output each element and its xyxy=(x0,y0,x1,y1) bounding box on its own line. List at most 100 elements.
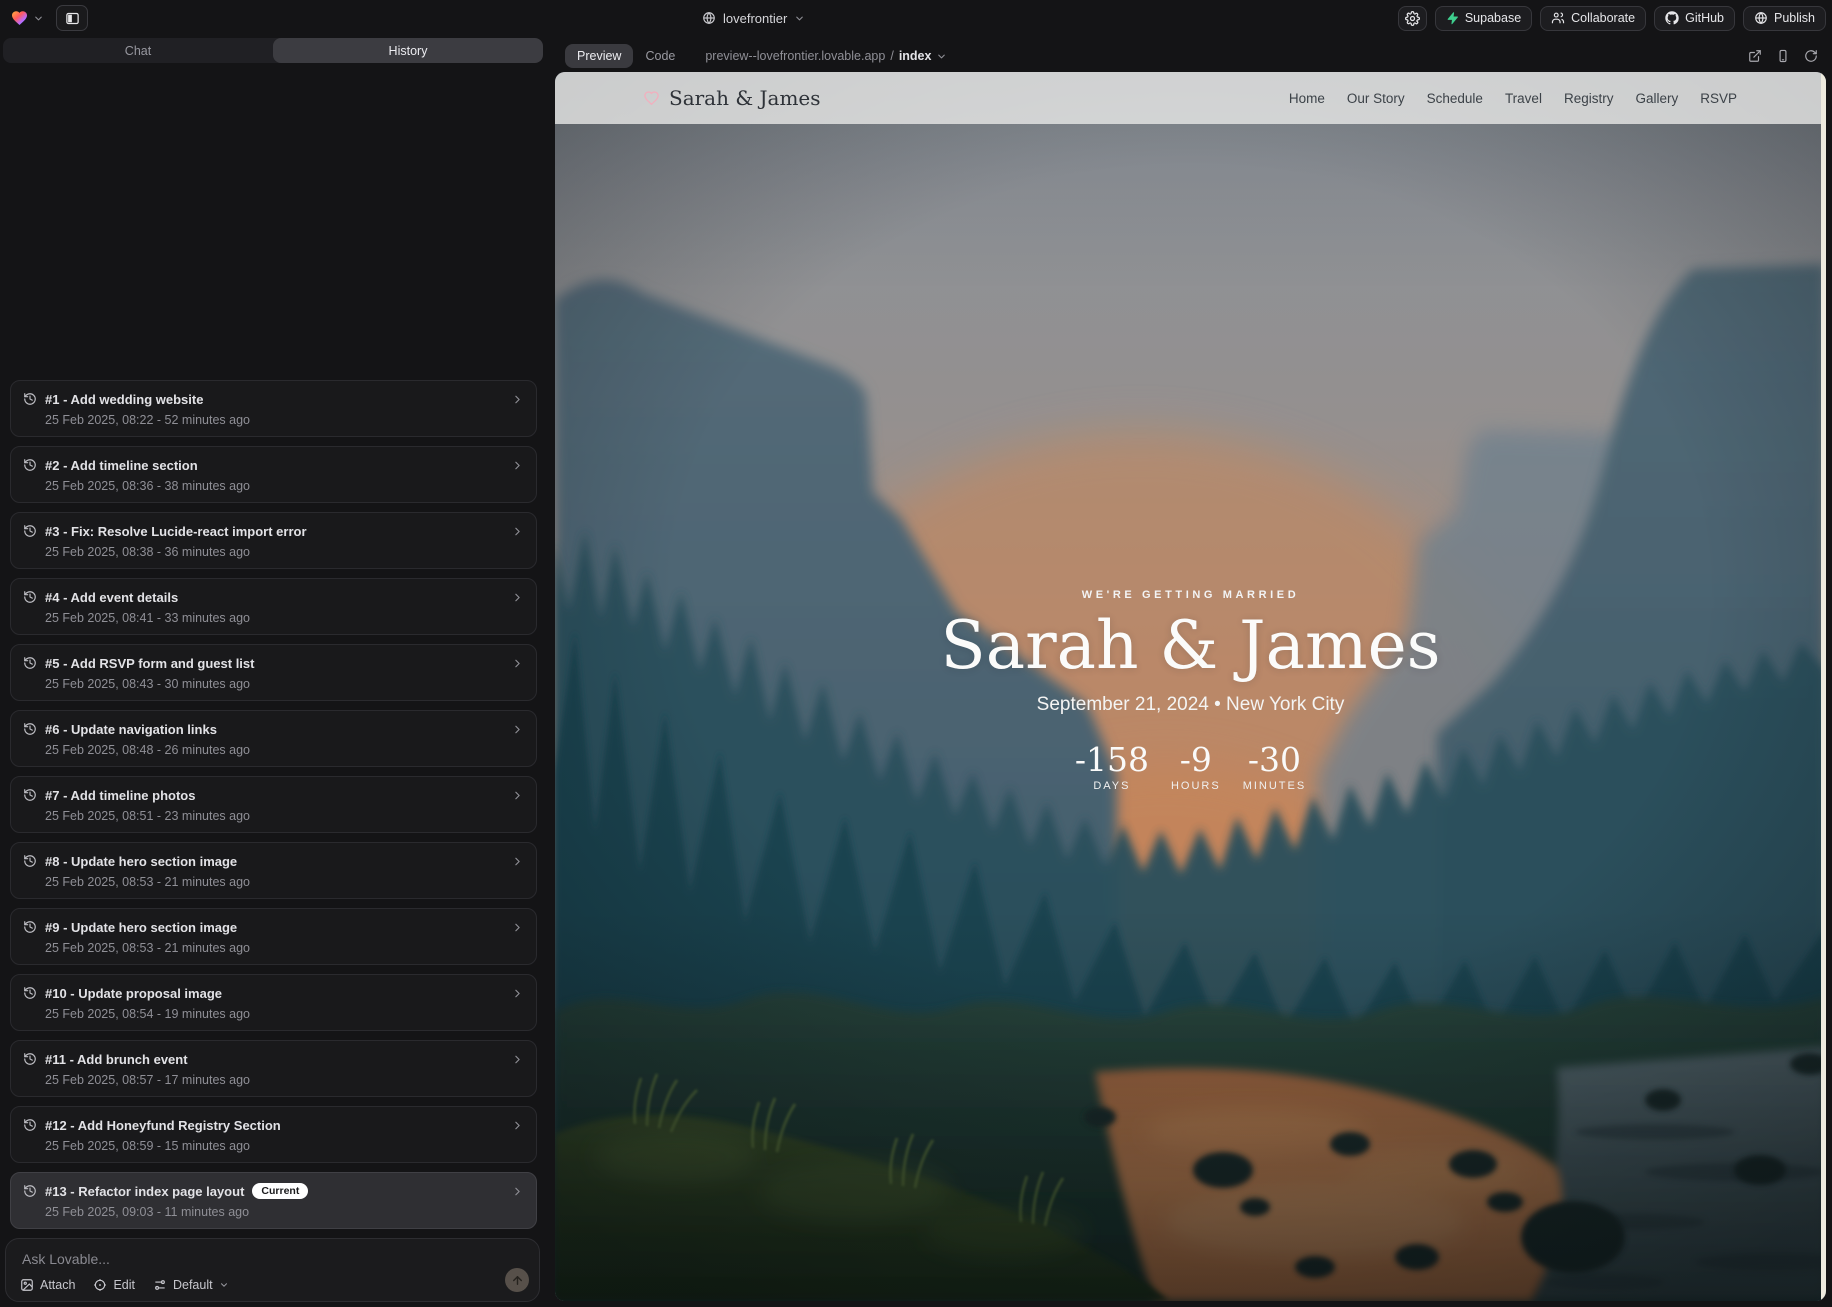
preview-url-selector[interactable]: preview--lovefrontier.lovable.app / inde… xyxy=(705,49,947,63)
github-button[interactable]: GitHub xyxy=(1654,6,1735,31)
publish-globe-icon xyxy=(1754,11,1768,25)
preview-url-host: preview--lovefrontier.lovable.app xyxy=(705,49,885,63)
sliders-icon xyxy=(153,1278,167,1292)
history-item-title: #9 - Update hero section image xyxy=(45,920,237,935)
chevron-right-icon[interactable] xyxy=(511,459,524,472)
history-item[interactable]: #12 - Add Honeyfund Registry Section 25 … xyxy=(10,1106,537,1163)
countdown-value: -30 xyxy=(1243,743,1307,777)
history-icon xyxy=(23,722,37,736)
history-item-title: #12 - Add Honeyfund Registry Section xyxy=(45,1118,281,1133)
history-item[interactable]: #9 - Update hero section image 25 Feb 20… xyxy=(10,908,537,965)
history-item-title: #5 - Add RSVP form and guest list xyxy=(45,656,254,671)
history-item[interactable]: #1 - Add wedding website 25 Feb 2025, 08… xyxy=(10,380,537,437)
mobile-view-button[interactable] xyxy=(1776,49,1790,63)
chevron-right-icon[interactable] xyxy=(511,393,524,406)
preview-url-separator: / xyxy=(890,49,893,63)
chevron-right-icon[interactable] xyxy=(511,987,524,1000)
history-item[interactable]: #7 - Add timeline photos 25 Feb 2025, 08… xyxy=(10,776,537,833)
preview-pane: Preview Code preview--lovefrontier.lovab… xyxy=(555,40,1826,1302)
send-button[interactable] xyxy=(505,1268,529,1292)
countdown-label: DAYS xyxy=(1075,779,1149,793)
history-item-timestamp: 25 Feb 2025, 09:03 - 11 minutes ago xyxy=(45,1205,524,1219)
chevron-right-icon[interactable] xyxy=(511,657,524,670)
history-item[interactable]: #8 - Update hero section image 25 Feb 20… xyxy=(10,842,537,899)
history-item-timestamp: 25 Feb 2025, 08:43 - 30 minutes ago xyxy=(45,677,524,691)
tab-preview[interactable]: Preview xyxy=(565,44,633,68)
open-in-new-tab-button[interactable] xyxy=(1748,49,1762,63)
project-name: lovefrontier xyxy=(723,11,787,26)
chevron-right-icon[interactable] xyxy=(511,921,524,934)
history-item[interactable]: #5 - Add RSVP form and guest list 25 Feb… xyxy=(10,644,537,701)
composer[interactable]: Attach Edit Default xyxy=(5,1238,540,1302)
history-item-title: #3 - Fix: Resolve Lucide-react import er… xyxy=(45,524,307,539)
history-item-timestamp: 25 Feb 2025, 08:57 - 17 minutes ago xyxy=(45,1073,524,1087)
site-nav: Home Our Story Schedule Travel Registry Galle… xyxy=(1289,91,1737,106)
history-icon xyxy=(23,1052,37,1066)
site-nav-our-story[interactable]: Our Story xyxy=(1347,91,1405,106)
project-selector[interactable]: lovefrontier xyxy=(702,0,805,36)
collaborate-button[interactable]: Collaborate xyxy=(1540,6,1646,31)
ask-lovable-input[interactable] xyxy=(22,1248,452,1270)
history-item-title: #11 - Add brunch event xyxy=(45,1052,188,1067)
history-icon xyxy=(23,854,37,868)
settings-button[interactable] xyxy=(1398,6,1427,31)
chevron-right-icon[interactable] xyxy=(511,855,524,868)
supabase-button[interactable]: Supabase xyxy=(1435,6,1532,31)
history-icon xyxy=(23,1184,37,1198)
countdown: -158 DAYS -9 HOURS -30 MINUTES xyxy=(555,743,1826,793)
chevron-right-icon[interactable] xyxy=(511,789,524,802)
chevron-down-icon xyxy=(794,13,805,24)
countdown-label: MINUTES xyxy=(1243,779,1307,793)
history-item-timestamp: 25 Feb 2025, 08:59 - 15 minutes ago xyxy=(45,1139,524,1153)
site-header: Sarah & James Home Our Story Schedule Trave… xyxy=(555,72,1826,124)
history-icon xyxy=(23,920,37,934)
countdown-unit: -9 HOURS xyxy=(1171,743,1221,793)
history-item[interactable]: #13 - Refactor index page layout Current… xyxy=(10,1172,537,1229)
collaborate-label: Collaborate xyxy=(1571,11,1635,25)
chevron-right-icon[interactable] xyxy=(511,1119,524,1132)
site-nav-schedule[interactable]: Schedule xyxy=(1427,91,1483,106)
history-item[interactable]: #11 - Add brunch event 25 Feb 2025, 08:5… xyxy=(10,1040,537,1097)
mode-selector-button[interactable]: Default xyxy=(153,1278,229,1292)
tab-history[interactable]: History xyxy=(273,38,543,63)
chevron-right-icon[interactable] xyxy=(511,1185,524,1198)
site-nav-rsvp[interactable]: RSVP xyxy=(1700,91,1737,106)
history-item-timestamp: 25 Feb 2025, 08:36 - 38 minutes ago xyxy=(45,479,524,493)
tab-chat[interactable]: Chat xyxy=(3,38,273,63)
users-icon xyxy=(1551,11,1565,25)
attach-button[interactable]: Attach xyxy=(20,1278,75,1292)
hero-eyebrow: WE'RE GETTING MARRIED xyxy=(555,589,1826,601)
history-item[interactable]: #2 - Add timeline section 25 Feb 2025, 0… xyxy=(10,446,537,503)
chevron-right-icon[interactable] xyxy=(511,525,524,538)
history-item-timestamp: 25 Feb 2025, 08:41 - 33 minutes ago xyxy=(45,611,524,625)
history-item-title: #1 - Add wedding website xyxy=(45,392,203,407)
chevron-right-icon[interactable] xyxy=(511,1053,524,1066)
publish-label: Publish xyxy=(1774,11,1815,25)
site-nav-gallery[interactable]: Gallery xyxy=(1635,91,1678,106)
history-item-title: #10 - Update proposal image xyxy=(45,986,222,1001)
hero-date-location: September 21, 2024 • New York City xyxy=(555,694,1826,716)
chat-history-tabs: Chat History xyxy=(3,38,543,63)
history-item[interactable]: #6 - Update navigation links 25 Feb 2025… xyxy=(10,710,537,767)
history-item[interactable]: #3 - Fix: Resolve Lucide-react import er… xyxy=(10,512,537,569)
site-nav-home[interactable]: Home xyxy=(1289,91,1325,106)
site-nav-registry[interactable]: Registry xyxy=(1564,91,1614,106)
history-item[interactable]: #10 - Update proposal image 25 Feb 2025,… xyxy=(10,974,537,1031)
hero-landscape-image xyxy=(555,72,1826,1301)
chevron-right-icon[interactable] xyxy=(511,723,524,736)
history-item-timestamp: 25 Feb 2025, 08:54 - 19 minutes ago xyxy=(45,1007,524,1021)
site-nav-travel[interactable]: Travel xyxy=(1505,91,1542,106)
preview-scrollbar[interactable] xyxy=(1821,72,1826,1301)
chevron-right-icon[interactable] xyxy=(511,591,524,604)
edit-select-button[interactable]: Edit xyxy=(93,1278,135,1292)
history-item[interactable]: #4 - Add event details 25 Feb 2025, 08:4… xyxy=(10,578,537,635)
target-icon xyxy=(93,1278,107,1292)
publish-button[interactable]: Publish xyxy=(1743,6,1826,31)
countdown-value: -158 xyxy=(1075,743,1149,777)
attach-label: Attach xyxy=(40,1278,75,1292)
arrow-up-icon xyxy=(511,1274,524,1287)
site-logo[interactable]: Sarah & James xyxy=(643,86,821,110)
tab-code[interactable]: Code xyxy=(633,44,687,68)
refresh-button[interactable] xyxy=(1804,49,1818,63)
image-icon xyxy=(20,1278,34,1292)
